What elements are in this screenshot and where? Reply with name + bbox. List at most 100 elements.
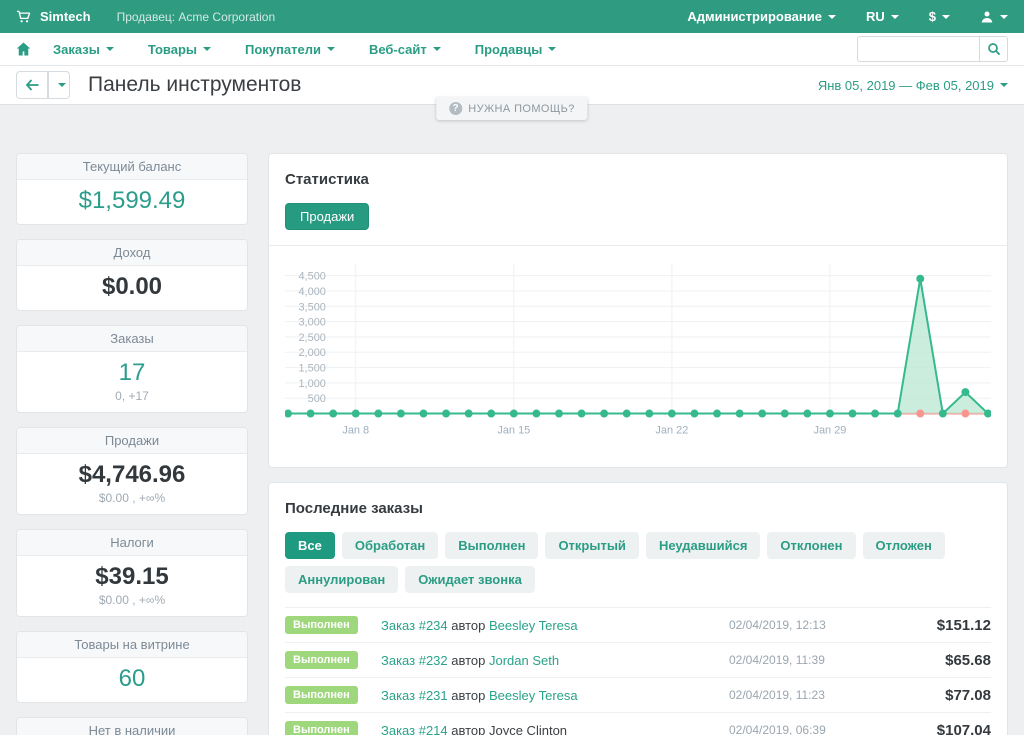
back-dropdown-button[interactable]: [48, 71, 70, 99]
filter-failed[interactable]: Неудавшийся: [646, 532, 760, 559]
search-button[interactable]: [979, 36, 1008, 62]
nav-item-label: Товары: [148, 42, 197, 57]
recent-orders-title: Последние заказы: [285, 500, 991, 517]
home-button[interactable]: [16, 42, 31, 56]
stat-card: Продажи$4,746.96$0.00 , +∞%: [16, 427, 248, 515]
chevron-down-icon: [106, 47, 114, 51]
filter-open[interactable]: Открытый: [545, 532, 639, 559]
order-date: 02/04/2019, 12:13: [701, 618, 876, 632]
admin-menu[interactable]: Администрирование: [687, 9, 836, 24]
order-status-filters: Все Обработан Выполнен Открытый Неудавшийся О…: [285, 532, 991, 593]
main-column: Статистика Продажи 5001,0001,5002,0002,5…: [268, 153, 1008, 735]
stat-card-body: 60: [17, 658, 247, 702]
user-icon: [980, 10, 994, 23]
svg-text:500: 500: [308, 393, 326, 405]
stat-card-value: $4,746.96: [25, 461, 239, 489]
stat-card-value: 17: [25, 359, 239, 387]
navbar: Заказы Товары Покупатели Веб-сайт Продавцы: [0, 33, 1024, 66]
filter-all[interactable]: Все: [285, 532, 335, 559]
filter-processed[interactable]: Обработан: [342, 532, 438, 559]
order-total: $107.04: [876, 722, 991, 735]
stat-card-body: $4,746.96$0.00 , +∞%: [17, 454, 247, 514]
order-description: Заказ #231 автор Beesley Teresa: [381, 688, 701, 703]
nav-item-label: Заказы: [53, 42, 100, 57]
stat-card: Доход$0.00: [16, 239, 248, 311]
nav-item-vendors[interactable]: Продавцы: [475, 42, 557, 57]
back-button[interactable]: [16, 71, 48, 99]
filter-complete[interactable]: Выполнен: [445, 532, 538, 559]
language-menu[interactable]: RU: [866, 9, 899, 24]
nav-item-products[interactable]: Товары: [148, 42, 211, 57]
stat-card-title: Нет в наличии: [17, 718, 247, 735]
order-description: Заказ #232 автор Jordan Seth: [381, 653, 701, 668]
order-link[interactable]: Заказ #234: [381, 618, 448, 633]
stat-card: Товары на витрине60: [16, 631, 248, 703]
need-help-tab[interactable]: ? НУЖНА ПОМОЩЬ?: [436, 97, 587, 120]
arrow-left-icon: [25, 79, 39, 91]
svg-text:Jan 29: Jan 29: [813, 424, 846, 436]
chevron-down-icon: [1000, 15, 1008, 19]
stat-card-title: Текущий баланс: [17, 154, 247, 180]
search-input[interactable]: [857, 36, 979, 62]
nav-item-orders[interactable]: Заказы: [53, 42, 114, 57]
order-link[interactable]: Заказ #232: [381, 653, 448, 668]
order-status-badge: Выполнен: [285, 616, 358, 634]
customer-name: Joyce Clinton: [489, 723, 567, 735]
chevron-down-icon: [203, 47, 211, 51]
chevron-down-icon: [548, 47, 556, 51]
order-author-label: автор: [448, 688, 489, 703]
order-date: 02/04/2019, 06:39: [701, 723, 876, 735]
currency-menu[interactable]: $: [929, 9, 950, 24]
nav-item-label: Покупатели: [245, 42, 321, 57]
user-menu[interactable]: [980, 10, 1008, 23]
statistics-title: Статистика: [285, 171, 991, 188]
svg-text:2,000: 2,000: [298, 347, 325, 359]
order-link[interactable]: Заказ #214: [381, 723, 448, 735]
chevron-down-icon: [891, 15, 899, 19]
topbar-right: Администрирование RU $: [687, 9, 1008, 24]
chart-toolbar: Продажи: [269, 203, 1007, 246]
order-author-label: автор: [448, 723, 489, 735]
chevron-down-icon: [828, 15, 836, 19]
vendor-label: Продавец: Acme Corporation: [117, 10, 276, 24]
nav-item-label: Веб-сайт: [369, 42, 427, 57]
customer-link[interactable]: Beesley Teresa: [489, 618, 578, 633]
stat-card-body: $0.00: [17, 266, 247, 310]
svg-text:Jan 15: Jan 15: [497, 424, 530, 436]
filter-declined[interactable]: Отклонен: [767, 532, 855, 559]
filter-backordered[interactable]: Отложен: [863, 532, 945, 559]
nav-item-customers[interactable]: Покупатели: [245, 42, 335, 57]
svg-text:4,500: 4,500: [298, 271, 325, 283]
stat-card: Нет в наличии3: [16, 717, 248, 735]
recent-orders-panel: Последние заказы Все Обработан Выполнен Отк…: [268, 482, 1008, 735]
svg-text:1,500: 1,500: [298, 363, 325, 375]
brand-link[interactable]: Simtech: [40, 9, 91, 24]
filter-cancelled[interactable]: Аннулирован: [285, 566, 398, 593]
search-icon: [987, 42, 1001, 56]
question-icon: ?: [449, 102, 462, 115]
chevron-down-icon: [58, 83, 66, 87]
customer-link[interactable]: Jordan Seth: [489, 653, 559, 668]
customer-link[interactable]: Beesley Teresa: [489, 688, 578, 703]
stat-card-value: $1,599.49: [25, 187, 239, 215]
stat-card-subvalue: $0.00 , +∞%: [25, 593, 239, 607]
date-range-selector[interactable]: Янв 05, 2019 — Фев 05, 2019: [818, 78, 1008, 93]
filter-awaiting-call[interactable]: Ожидает звонка: [405, 566, 535, 593]
order-total: $65.68: [876, 652, 991, 669]
admin-dashboard-page: Simtech Продавец: Acme Corporation Админ…: [0, 0, 1024, 735]
chevron-down-icon: [1000, 83, 1008, 87]
order-date: 02/04/2019, 11:39: [701, 653, 876, 667]
sales-tab-button[interactable]: Продажи: [285, 203, 369, 230]
order-description: Заказ #234 автор Beesley Teresa: [381, 618, 701, 633]
topbar: Simtech Продавец: Acme Corporation Админ…: [0, 0, 1024, 33]
order-link[interactable]: Заказ #231: [381, 688, 448, 703]
page-title: Панель инструментов: [88, 73, 301, 97]
nav-menu: Заказы Товары Покупатели Веб-сайт Продавцы: [53, 42, 556, 57]
content: Текущий баланс$1,599.49Доход$0.00Заказы1…: [0, 105, 1024, 735]
stat-card-body: $1,599.49: [17, 180, 247, 224]
cart-icon: [16, 9, 31, 24]
order-author-label: автор: [448, 653, 489, 668]
nav-item-website[interactable]: Веб-сайт: [369, 42, 441, 57]
svg-text:Jan 8: Jan 8: [342, 424, 369, 436]
order-description: Заказ #214 автор Joyce Clinton: [381, 723, 701, 735]
